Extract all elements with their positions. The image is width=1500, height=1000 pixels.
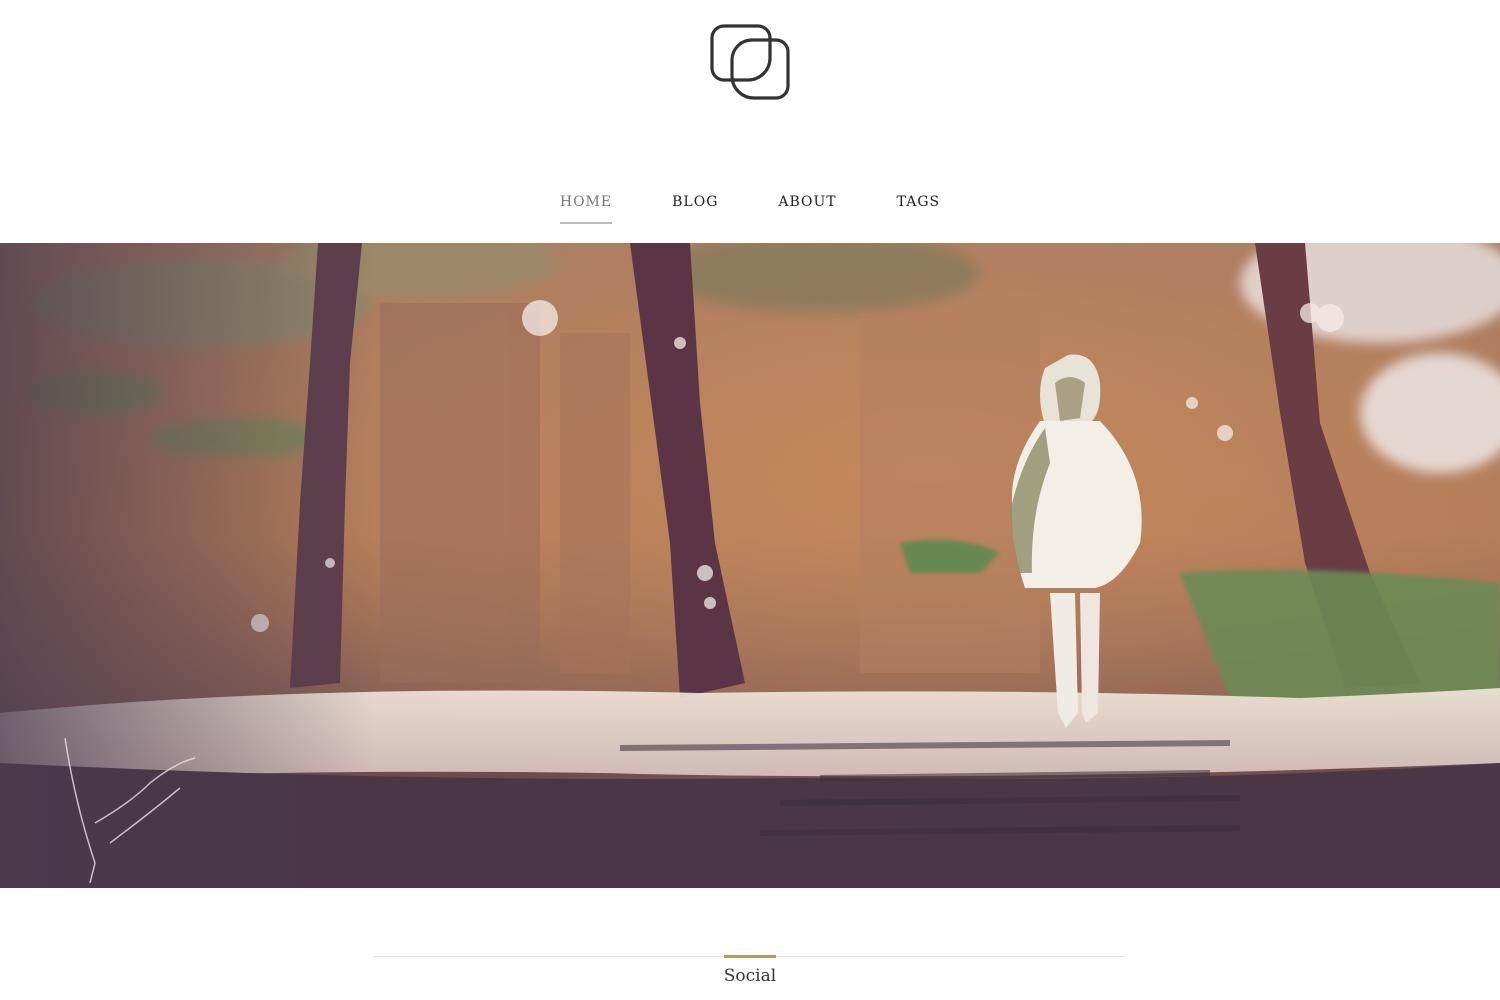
site-logo-icon[interactable] — [708, 22, 792, 102]
nav-tags[interactable]: TAGS — [897, 190, 940, 224]
hero-banner-image — [0, 243, 1500, 888]
social-section: Social — [0, 888, 1500, 1000]
site-header: HOME BLOG ABOUT TAGS — [0, 0, 1500, 243]
section-title: Social — [723, 955, 777, 986]
nav-blog[interactable]: BLOG — [672, 190, 718, 224]
section-title-wrap: Social — [0, 955, 1500, 986]
main-nav: HOME BLOG ABOUT TAGS — [0, 190, 1500, 224]
nav-home[interactable]: HOME — [559, 190, 613, 224]
nav-about[interactable]: ABOUT — [778, 190, 836, 224]
